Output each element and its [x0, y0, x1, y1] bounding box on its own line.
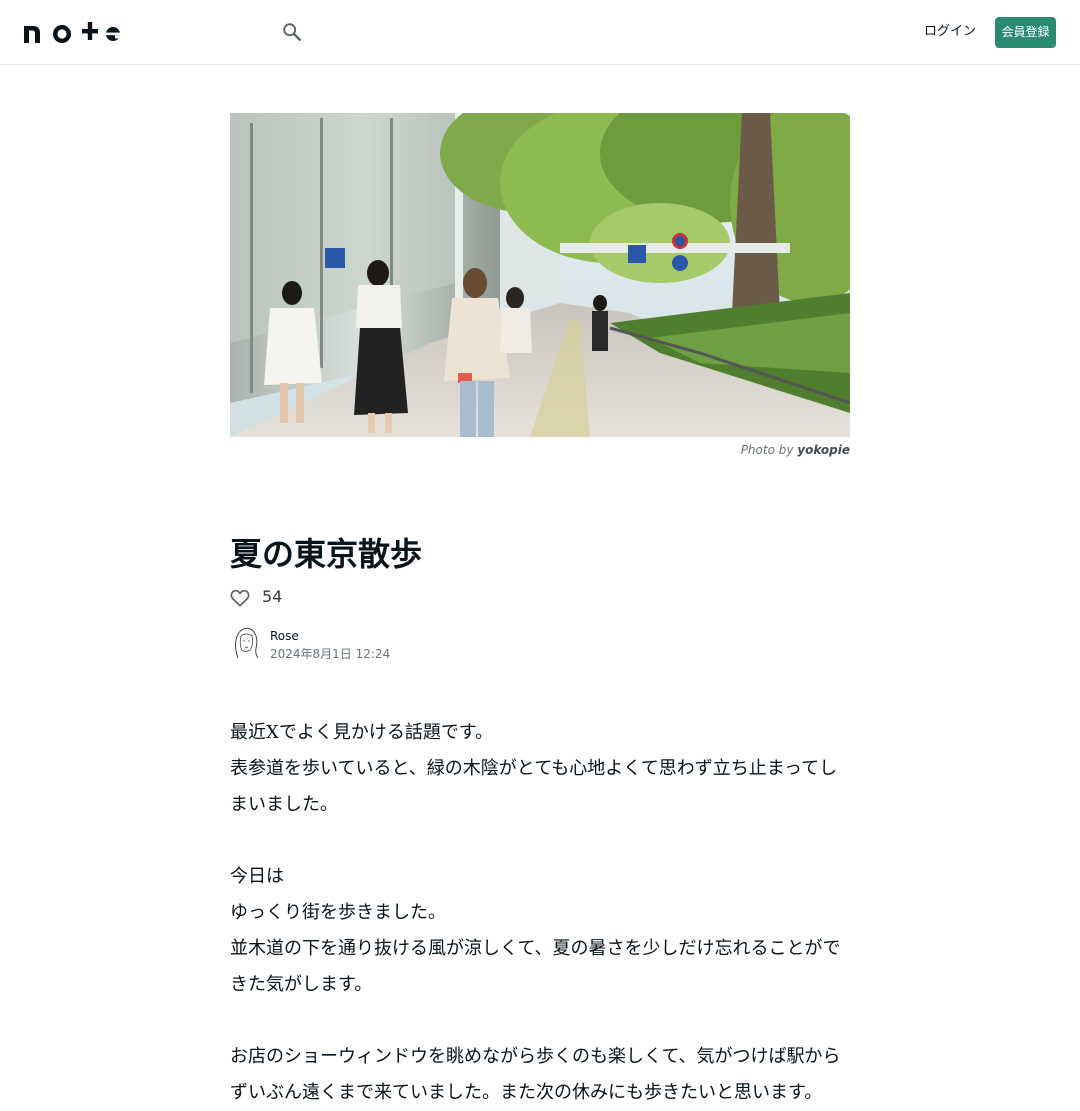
search-icon[interactable] — [281, 21, 303, 43]
hero-image — [230, 113, 850, 437]
body-paragraph: ゆっくり街を歩きました。 — [230, 902, 446, 923]
like-count: 54 — [262, 587, 283, 606]
post-date: 2024年8月1日 12:24 — [270, 647, 391, 661]
author-name[interactable]: Rose — [270, 628, 299, 644]
body-paragraph: お店のショーウィンドウを眺めながら歩くのも楽しくて、気がつけば駅からずいぶん遠く… — [230, 1046, 841, 1103]
photo-credit: Photo by yokopie — [600, 443, 850, 457]
note-logo[interactable]: note — [24, 20, 124, 44]
article-body: 最近Xでよく見かける話題です。 表参道を歩いていると、緑の木陰がとても心地よくて… — [230, 715, 850, 1111]
body-paragraph: 最近Xでよく見かける話題です。 — [230, 722, 494, 743]
site-header: note ログイン 会員登録 — [0, 0, 1080, 65]
body-paragraph — [230, 823, 850, 859]
body-paragraph — [230, 1003, 850, 1039]
credit-prefix: Photo by — [740, 443, 794, 457]
login-link[interactable]: ログイン — [924, 22, 976, 42]
article-title: 夏の東京散歩 — [230, 535, 423, 573]
body-paragraph: 今日は — [230, 866, 284, 887]
author-avatar[interactable] — [230, 624, 262, 660]
credit-author[interactable]: yokopie — [797, 443, 850, 457]
body-paragraph: 表参道を歩いていると、緑の木陰がとても心地よくて思わず立ち止まってしまいました。 — [230, 758, 838, 815]
signup-button[interactable]: 会員登録 — [995, 17, 1056, 48]
heart-icon[interactable] — [229, 587, 251, 609]
body-paragraph: 並木道の下を通り抜ける風が涼しくて、夏の暑さを少しだけ忘れることができた気がしま… — [230, 938, 841, 995]
